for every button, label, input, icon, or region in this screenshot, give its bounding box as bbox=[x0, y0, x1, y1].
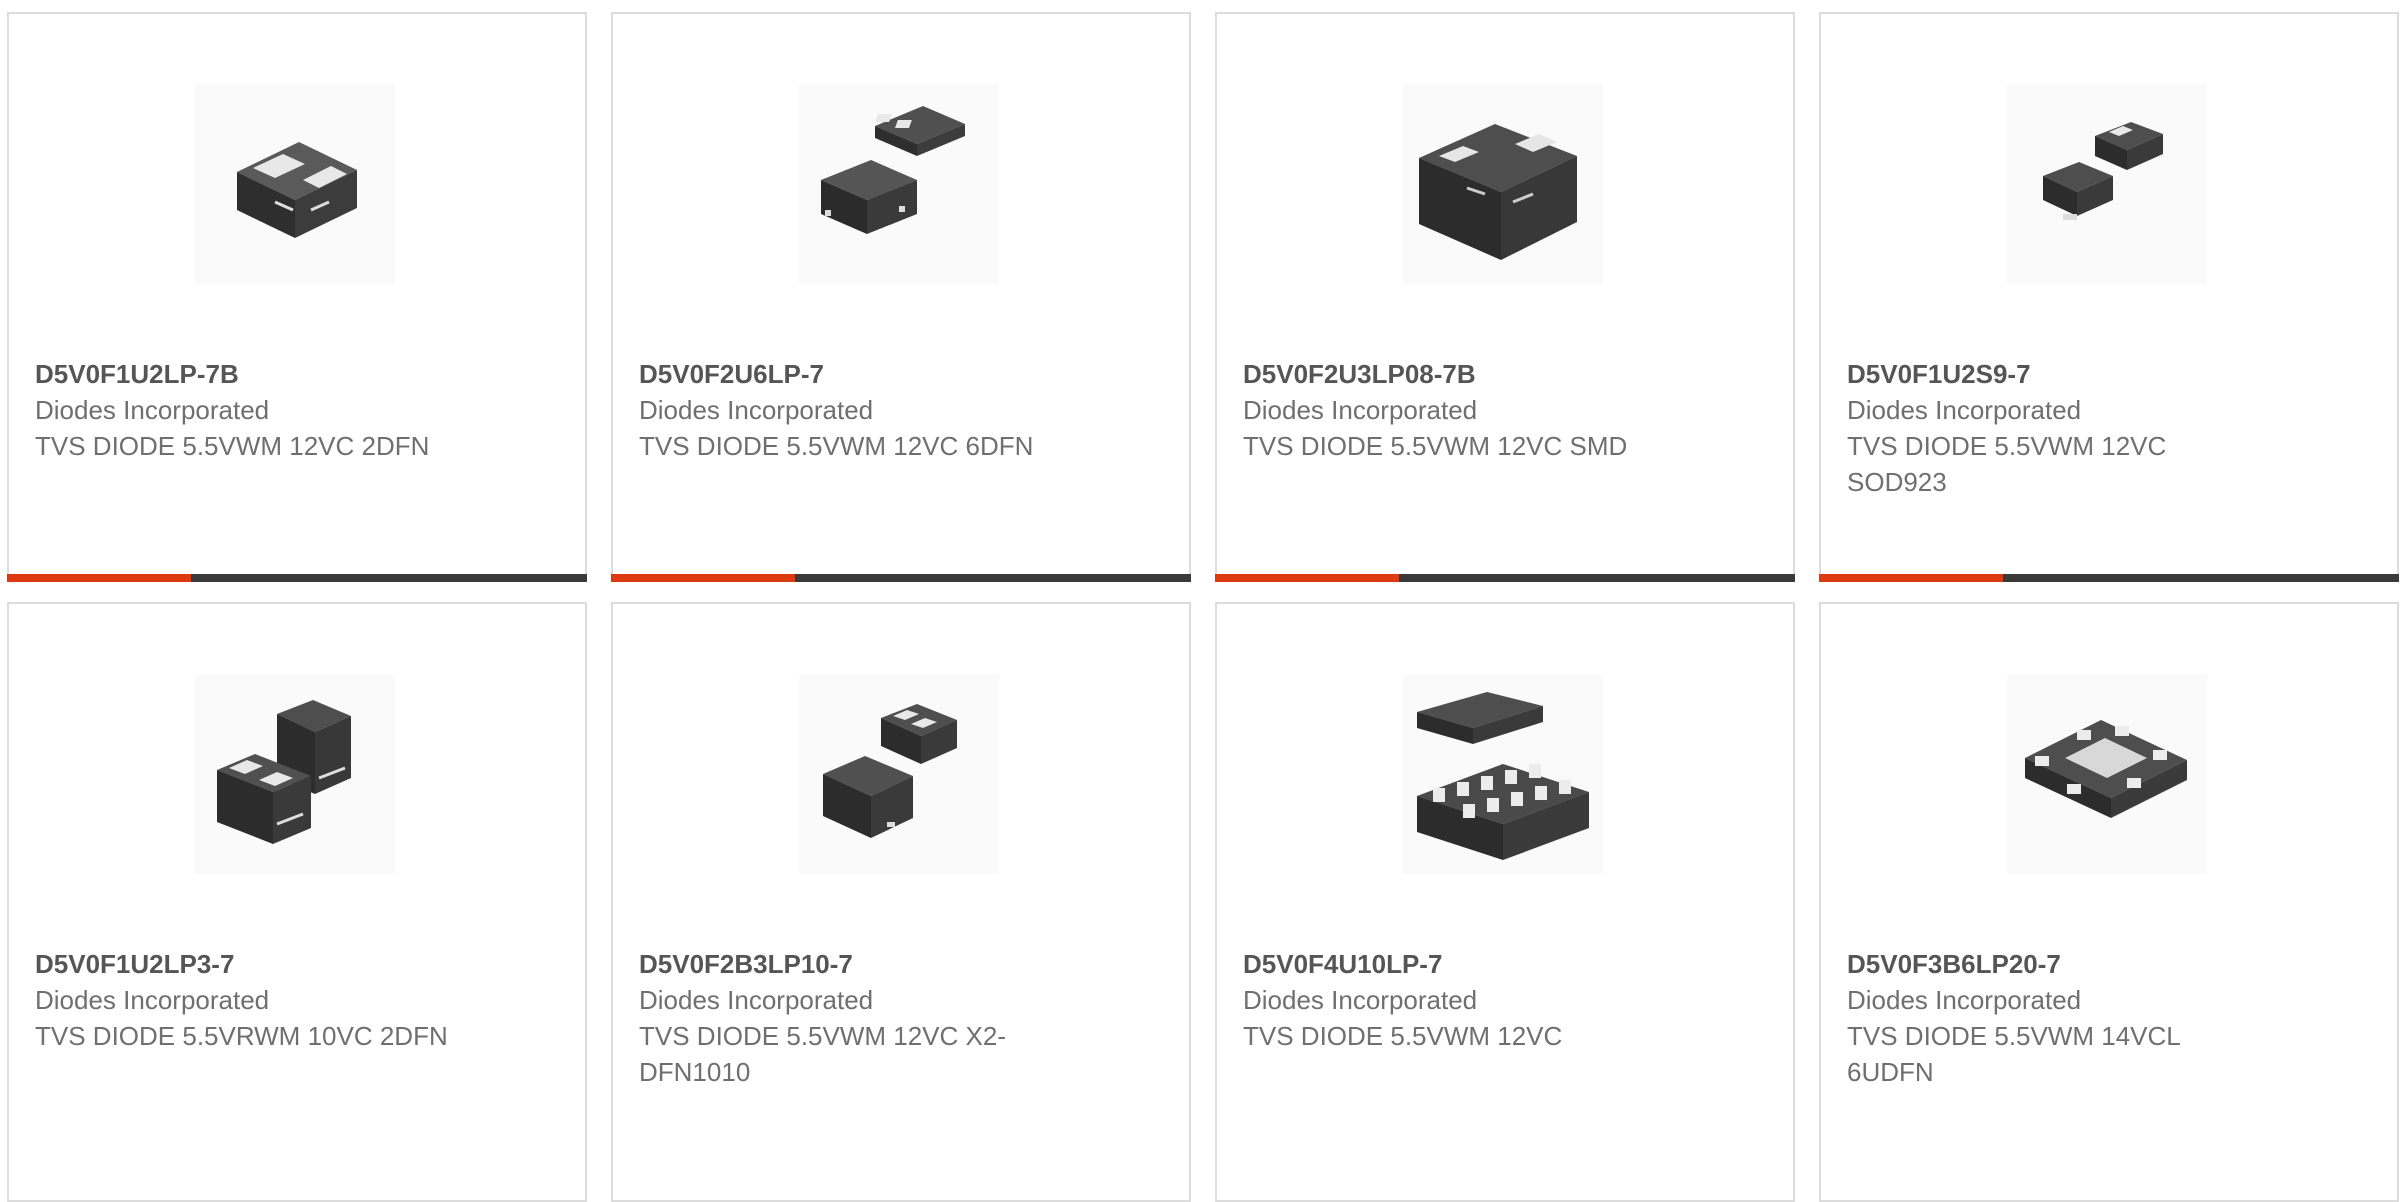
product-image[interactable] bbox=[799, 674, 999, 874]
manufacturer: Diodes Incorporated bbox=[639, 395, 874, 425]
accent-bar bbox=[7, 574, 191, 582]
product-card[interactable]: D5V0F2U6LP-7 Diodes Incorporated TVS DIO… bbox=[611, 12, 1191, 582]
product-image[interactable] bbox=[195, 84, 395, 284]
product-card[interactable]: D5V0F1U2LP3-7 Diodes Incorporated TVS DI… bbox=[7, 602, 587, 1202]
description: TVS DIODE 5.5VWM 12VC 2DFN bbox=[35, 431, 430, 461]
part-number[interactable]: D5V0F1U2LP3-7 bbox=[35, 946, 455, 982]
description: TVS DIODE 5.5VWM 12VC bbox=[1243, 1021, 1563, 1051]
part-number[interactable]: D5V0F2U6LP-7 bbox=[639, 356, 1059, 392]
part-number[interactable]: D5V0F1U2S9-7 bbox=[1847, 356, 2267, 392]
manufacturer: Diodes Incorporated bbox=[1847, 395, 2082, 425]
product-card[interactable]: D5V0F4U10LP-7 Diodes Incorporated TVS DI… bbox=[1215, 602, 1795, 1202]
card-footer-bar bbox=[7, 574, 587, 582]
part-number[interactable]: D5V0F2U3LP08-7B bbox=[1243, 356, 1663, 392]
product-card[interactable]: D5V0F1U2S9-7 Diodes Incorporated TVS DIO… bbox=[1819, 12, 2399, 582]
card-footer-bar bbox=[611, 574, 1191, 582]
description: TVS DIODE 5.5VWM 12VC X2-DFN1010 bbox=[639, 1021, 1006, 1087]
manufacturer: Diodes Incorporated bbox=[1243, 985, 1478, 1015]
part-number[interactable]: D5V0F3B6LP20-7 bbox=[1847, 946, 2267, 982]
description: TVS DIODE 5.5VWM 14VCL 6UDFN bbox=[1847, 1021, 2180, 1087]
product-card[interactable]: D5V0F3B6LP20-7 Diodes Incorporated TVS D… bbox=[1819, 602, 2399, 1202]
manufacturer: Diodes Incorporated bbox=[35, 985, 270, 1015]
description: TVS DIODE 5.5VWM 12VC SOD923 bbox=[1847, 431, 2167, 497]
part-number[interactable]: D5V0F2B3LP10-7 bbox=[639, 946, 1059, 982]
product-image[interactable] bbox=[2007, 674, 2207, 874]
product-image[interactable] bbox=[2007, 84, 2207, 284]
product-image[interactable] bbox=[195, 674, 395, 874]
part-number[interactable]: D5V0F4U10LP-7 bbox=[1243, 946, 1663, 982]
accent-bar bbox=[1215, 574, 1399, 582]
description: TVS DIODE 5.5VRWM 10VC 2DFN bbox=[35, 1021, 448, 1051]
description: TVS DIODE 5.5VWM 12VC SMD bbox=[1243, 431, 1628, 461]
accent-bar bbox=[1819, 574, 2003, 582]
manufacturer: Diodes Incorporated bbox=[35, 395, 270, 425]
product-card[interactable]: D5V0F2U3LP08-7B Diodes Incorporated TVS … bbox=[1215, 12, 1795, 582]
product-card[interactable]: D5V0F1U2LP-7B Diodes Incorporated TVS DI… bbox=[7, 12, 587, 582]
card-footer-bar bbox=[1215, 574, 1795, 582]
product-image[interactable] bbox=[799, 84, 999, 284]
description: TVS DIODE 5.5VWM 12VC 6DFN bbox=[639, 431, 1034, 461]
manufacturer: Diodes Incorporated bbox=[1243, 395, 1478, 425]
accent-bar bbox=[611, 574, 795, 582]
product-image[interactable] bbox=[1403, 674, 1603, 874]
part-number[interactable]: D5V0F1U2LP-7B bbox=[35, 356, 455, 392]
card-footer-bar bbox=[1819, 574, 2399, 582]
manufacturer: Diodes Incorporated bbox=[639, 985, 874, 1015]
manufacturer: Diodes Incorporated bbox=[1847, 985, 2082, 1015]
product-image[interactable] bbox=[1403, 84, 1603, 284]
product-card[interactable]: D5V0F2B3LP10-7 Diodes Incorporated TVS D… bbox=[611, 602, 1191, 1202]
